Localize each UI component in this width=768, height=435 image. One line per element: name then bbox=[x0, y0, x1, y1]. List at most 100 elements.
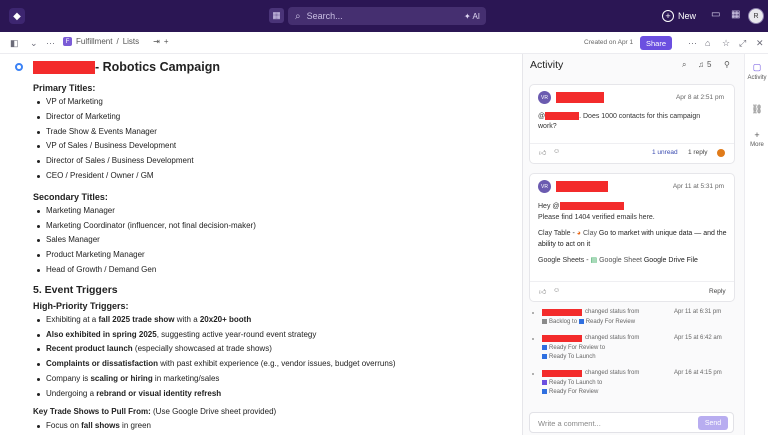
rail-activity[interactable]: ▢ Activity bbox=[745, 62, 768, 81]
expand-icon[interactable]: ⤢ bbox=[739, 38, 746, 49]
comment-card[interactable]: VR Apr 8 at 2:51 pm @. Does 1000 contact… bbox=[529, 84, 735, 164]
share-button[interactable]: Share bbox=[640, 36, 672, 50]
reply-avatar bbox=[717, 149, 725, 157]
list-item: CEO / President / Owner / GM bbox=[33, 169, 503, 184]
apps-icon[interactable]: ▦ bbox=[731, 9, 740, 20]
plus-icon: + bbox=[754, 130, 760, 140]
comment-card[interactable]: VR Apr 11 at 5:31 pm Hey @ Please find 1… bbox=[529, 173, 735, 302]
redacted-author bbox=[556, 92, 604, 103]
secondary-heading: Secondary Titles: bbox=[33, 191, 108, 202]
list-item: Trade Show & Events Manager bbox=[33, 125, 503, 140]
comment-timestamp: Apr 8 at 2:51 pm bbox=[675, 94, 724, 101]
comment-input[interactable]: Write a comment... Send bbox=[529, 412, 734, 433]
clickup-logo-icon[interactable]: ◆ bbox=[9, 8, 25, 24]
thumbs-up-icon[interactable]: 👍︎ bbox=[539, 287, 546, 296]
template-icon[interactable]: ⌂ bbox=[705, 38, 710, 48]
list-item: Complaints or dissatisfaction with past … bbox=[33, 357, 503, 372]
task-document: - Robotics Campaign Primary Titles: VP o… bbox=[0, 54, 522, 435]
unread-link[interactable]: 1 unread bbox=[652, 149, 678, 156]
comment-text: Hey @ Please find 1404 verified emails h… bbox=[538, 202, 727, 264]
link-icon: ⛓ bbox=[751, 104, 763, 114]
add-icon[interactable]: + bbox=[164, 37, 169, 46]
task-status-icon[interactable] bbox=[15, 63, 23, 71]
send-button[interactable]: Send bbox=[698, 416, 728, 430]
document-body[interactable]: Primary Titles: VP of Marketing Director… bbox=[33, 81, 503, 435]
list-item: Marketing Manager bbox=[33, 204, 503, 219]
more-options-icon[interactable]: ··· bbox=[688, 38, 697, 48]
status-event: changed status from Apr 15 at 6:42 am Re… bbox=[532, 335, 732, 363]
list-item: Focus on fall shows in green bbox=[33, 419, 503, 434]
list-item: Director of Marketing bbox=[33, 110, 503, 125]
close-icon[interactable]: ✕ bbox=[756, 38, 764, 49]
list-item: Head of Growth / Demand Gen bbox=[33, 263, 503, 278]
activity-header: Activity ⌕ ♫ 5 ⚲ bbox=[523, 54, 744, 76]
top-bar: ◆ ▦ ⌕ Search... ✦ AI + New ▭ ▦ R bbox=[0, 0, 768, 32]
list-item: VP of Sales / Business Development bbox=[33, 139, 503, 154]
list-item: Recent product launch (especially showca… bbox=[33, 342, 503, 357]
avatar: VR bbox=[538, 91, 551, 104]
section-heading: 5. Event Triggers bbox=[33, 283, 118, 296]
sidebar-toggle-icon[interactable]: ◧ bbox=[10, 38, 19, 49]
thumbs-up-icon[interactable]: 👍︎ bbox=[539, 148, 546, 157]
list-item: Company is scaling or hiring in marketin… bbox=[33, 372, 503, 387]
breadcrumb-space[interactable]: Fulfillment bbox=[76, 37, 112, 46]
search-icon: ⌕ bbox=[295, 10, 301, 22]
created-date: Created on Apr 1 bbox=[584, 39, 634, 46]
user-avatar[interactable]: R bbox=[748, 8, 764, 24]
notification-count: 5 bbox=[707, 60, 712, 69]
rail-more[interactable]: + More bbox=[745, 130, 768, 148]
comment-text: @. Does 1000 contacts for this campaign … bbox=[538, 112, 701, 130]
avatar: VR bbox=[538, 180, 551, 193]
comment-timestamp: Apr 11 at 5:31 pm bbox=[672, 183, 724, 190]
page-title[interactable]: - Robotics Campaign bbox=[33, 60, 220, 74]
star-icon[interactable]: ☆ bbox=[722, 38, 730, 49]
breadcrumb-bar: ◧ ⌄ ··· F Fulfillment / Lists ⇥ + Create… bbox=[0, 32, 768, 54]
redacted-author bbox=[556, 181, 608, 192]
primary-list: VP of Marketing Director of Marketing Tr… bbox=[33, 95, 503, 184]
list-item: VP of Marketing bbox=[33, 95, 503, 110]
bell-icon[interactable]: ♫ bbox=[698, 60, 704, 69]
chat-icon: ▢ bbox=[752, 62, 762, 72]
reply-count[interactable]: 1 reply bbox=[688, 149, 708, 156]
emoji-icon[interactable]: ☺ bbox=[553, 148, 560, 155]
chevron-down-icon[interactable]: ⌄ bbox=[30, 38, 38, 49]
event-timestamp: Apr 11 at 6:31 pm bbox=[674, 309, 722, 315]
reply-button[interactable]: Reply bbox=[709, 288, 726, 295]
list-item: Sales Manager bbox=[33, 233, 503, 248]
video-icon[interactable]: ▭ bbox=[711, 9, 720, 20]
event-timestamp: Apr 15 at 6:42 am bbox=[674, 335, 722, 341]
focus-list: Focus on fall shows in green bbox=[33, 419, 503, 434]
triggers-list: Exhibiting at a fall 2025 trade show wit… bbox=[33, 313, 503, 402]
calendar-icon[interactable]: ▦ bbox=[269, 8, 284, 23]
redacted-name bbox=[33, 60, 95, 74]
emoji-icon[interactable]: ☺ bbox=[553, 287, 560, 294]
breadcrumb-list[interactable]: Lists bbox=[123, 37, 139, 46]
list-item: Exhibiting at a fall 2025 trade show wit… bbox=[33, 313, 503, 328]
secondary-list: Marketing Manager Marketing Coordinator … bbox=[33, 204, 503, 278]
move-icon[interactable]: ⇥ bbox=[153, 37, 160, 46]
list-item: Marketing Coordinator (influencer, not f… bbox=[33, 219, 503, 234]
list-item: Also exhibited in spring 2025, suggestin… bbox=[33, 328, 503, 343]
plus-icon: + bbox=[662, 10, 674, 22]
breadcrumb: F Fulfillment / Lists ⇥ + bbox=[63, 37, 169, 46]
list-item: Product Marketing Manager bbox=[33, 248, 503, 263]
key-shows-line: Key Trade Shows to Pull From: (Use Googl… bbox=[33, 406, 277, 416]
high-priority-heading: High-Priority Triggers: bbox=[33, 300, 129, 311]
list-item: Director of Sales / Business Development bbox=[33, 154, 503, 169]
rail-links[interactable]: ⛓ bbox=[745, 104, 768, 117]
comment-placeholder: Write a comment... bbox=[538, 419, 601, 428]
status-event: changed status from Apr 11 at 6:31 pm Ba… bbox=[532, 309, 732, 329]
status-event: changed status from Apr 16 at 4:15 pm Re… bbox=[532, 370, 732, 398]
filter-icon[interactable]: ⚲ bbox=[724, 60, 730, 69]
primary-heading: Primary Titles: bbox=[33, 83, 96, 93]
list-item: Undergoing a rebrand or visual identity … bbox=[33, 387, 503, 402]
ai-button[interactable]: ✦ AI bbox=[464, 12, 480, 21]
search-icon[interactable]: ⌕ bbox=[682, 60, 686, 70]
right-rail: ▢ Activity ⛓ + More bbox=[744, 54, 768, 435]
search-placeholder: Search... bbox=[306, 11, 343, 21]
new-button[interactable]: + New bbox=[662, 8, 696, 24]
more-dots-icon[interactable]: ··· bbox=[46, 38, 55, 48]
space-icon: F bbox=[63, 37, 72, 46]
search-input[interactable]: ⌕ Search... ✦ AI bbox=[288, 7, 486, 25]
activity-title: Activity bbox=[530, 59, 564, 71]
